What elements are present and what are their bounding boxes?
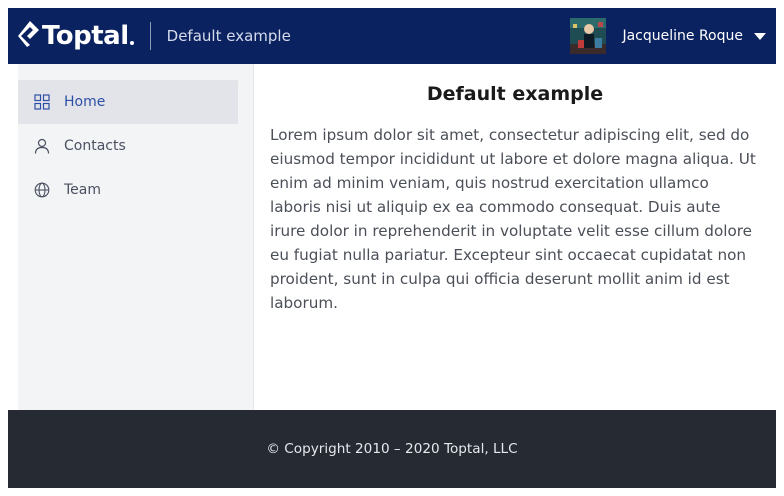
user-name: Jacqueline Roque xyxy=(622,28,743,44)
footer: © Copyright 2010 – 2020 Toptal, LLC xyxy=(8,410,776,488)
toptal-logo[interactable]: Toptal xyxy=(18,8,134,64)
globe-icon xyxy=(34,182,50,198)
logo-dot xyxy=(129,41,134,45)
chevron-down-icon[interactable] xyxy=(754,32,766,40)
logo-text: Toptal xyxy=(42,21,129,51)
sidebar-item-label: Contacts xyxy=(64,138,126,154)
sidebar-item-label: Home xyxy=(64,94,106,110)
person-icon xyxy=(34,138,50,154)
user-menu[interactable]: Jacqueline Roque xyxy=(570,8,766,64)
toptal-logo-icon xyxy=(18,20,40,52)
top-header: Toptal Default example Jacqueline Roque xyxy=(8,8,776,64)
copyright-text: © Copyright 2010 – 2020 Toptal, LLC xyxy=(266,441,518,457)
avatar xyxy=(570,18,607,54)
sidebar-item-contacts[interactable]: Contacts xyxy=(18,124,238,168)
app-frame: Toptal Default example Jacqueline Roque … xyxy=(8,8,776,488)
sidebar-item-label: Team xyxy=(64,182,102,198)
header-title: Default example xyxy=(166,27,291,45)
main-content: Default example Lorem ipsum dolor sit am… xyxy=(270,64,760,410)
sidebar-item-team[interactable]: Team xyxy=(18,168,238,212)
sidebar-item-home[interactable]: Home xyxy=(18,80,238,124)
header-divider xyxy=(149,22,151,50)
grid-icon xyxy=(34,94,50,110)
page-title: Default example xyxy=(426,83,604,105)
body-text: Lorem ipsum dolor sit amet, consectetur … xyxy=(270,126,756,312)
sidebar: Home Contacts Team xyxy=(18,64,254,410)
